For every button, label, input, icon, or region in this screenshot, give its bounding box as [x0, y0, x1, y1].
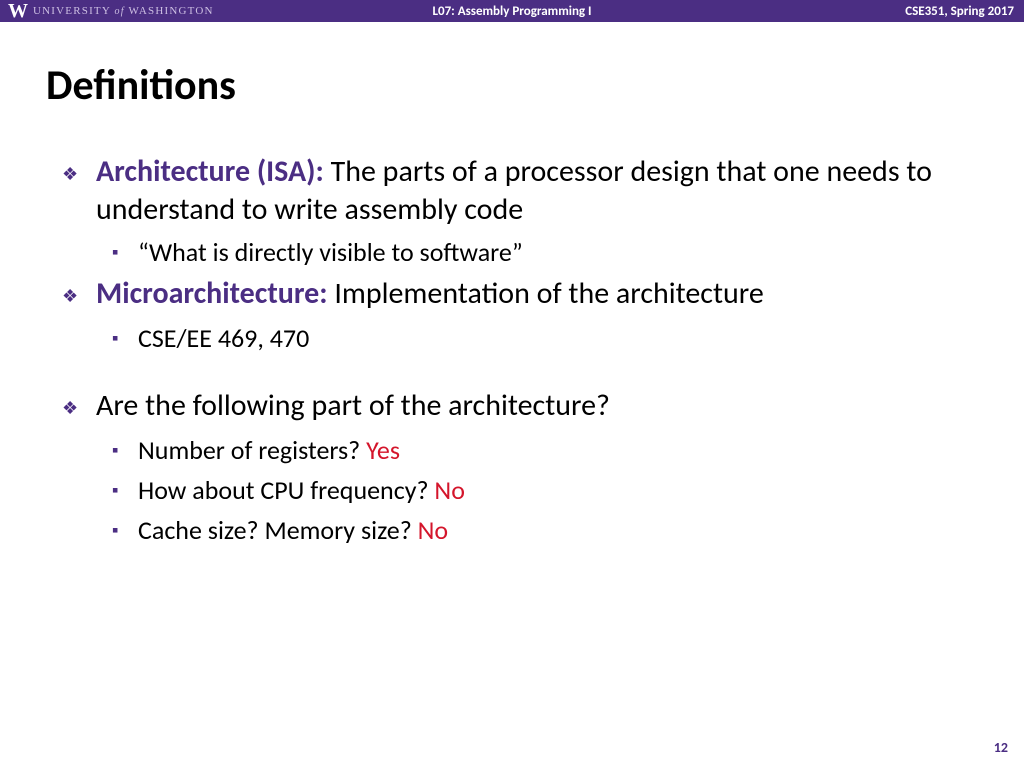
q1-answer: Yes: [366, 434, 400, 466]
term-architecture: Architecture (ISA):: [96, 153, 324, 190]
square-bullet-icon: ▪: [112, 235, 138, 269]
subbullet-text: Number of registers? Yes: [138, 433, 400, 467]
univ-of: of: [115, 6, 125, 17]
w-logo-icon: W: [8, 1, 27, 21]
q2-text: How about CPU frequency?: [138, 474, 434, 506]
page-number: 12: [994, 739, 1008, 756]
micro-definition: Implementation of the architecture: [328, 275, 764, 312]
bullet-architecture: ❖ Architecture (ISA): The parts of a pro…: [46, 153, 972, 229]
diamond-bullet-icon: ❖: [62, 153, 96, 229]
subbullet-micro-courses: ▪ CSE/EE 469, 470: [46, 321, 972, 355]
slide-title: Definitions: [46, 60, 972, 111]
q3-answer: No: [418, 514, 449, 546]
square-bullet-icon: ▪: [112, 513, 138, 547]
question-text: Are the following part of the architectu…: [96, 387, 610, 427]
subbullet-q-frequency: ▪ How about CPU frequency? No: [46, 473, 972, 507]
university-name: UNIVERSITY of WASHINGTON: [33, 5, 214, 17]
subbullet-text: “What is directly visible to software”: [138, 235, 523, 269]
subbullet-text: How about CPU frequency? No: [138, 473, 465, 507]
subbullet-text: CSE/EE 469, 470: [138, 321, 309, 355]
lecture-title: L07: Assembly Programming I: [432, 4, 591, 19]
q3-text: Cache size? Memory size?: [138, 514, 418, 546]
uw-logo: W UNIVERSITY of WASHINGTON: [0, 1, 214, 21]
univ-part2: WASHINGTON: [129, 5, 214, 17]
subbullet-q-registers: ▪ Number of registers? Yes: [46, 433, 972, 467]
square-bullet-icon: ▪: [112, 321, 138, 355]
square-bullet-icon: ▪: [112, 433, 138, 467]
square-bullet-icon: ▪: [112, 473, 138, 507]
bullet-text: Architecture (ISA): The parts of a proce…: [96, 153, 972, 229]
subbullet-text: Cache size? Memory size? No: [138, 513, 448, 547]
subbullet-arch-visible: ▪ “What is directly visible to software”: [46, 235, 972, 269]
course-label: CSE351, Spring 2017: [905, 4, 1024, 19]
bullet-text: Microarchitecture: Implementation of the…: [96, 275, 764, 315]
bullet-microarchitecture: ❖ Microarchitecture: Implementation of t…: [46, 275, 972, 315]
q1-text: Number of registers?: [138, 434, 366, 466]
diamond-bullet-icon: ❖: [62, 387, 96, 427]
bullet-question: ❖ Are the following part of the architec…: [46, 387, 972, 427]
univ-part1: UNIVERSITY: [33, 5, 111, 17]
slide-content: Definitions ❖ Architecture (ISA): The pa…: [0, 22, 1024, 547]
slide-header: W UNIVERSITY of WASHINGTON L07: Assembly…: [0, 0, 1024, 22]
term-microarchitecture: Microarchitecture:: [96, 275, 328, 312]
subbullet-q-cache: ▪ Cache size? Memory size? No: [46, 513, 972, 547]
diamond-bullet-icon: ❖: [62, 275, 96, 315]
q2-answer: No: [434, 474, 465, 506]
